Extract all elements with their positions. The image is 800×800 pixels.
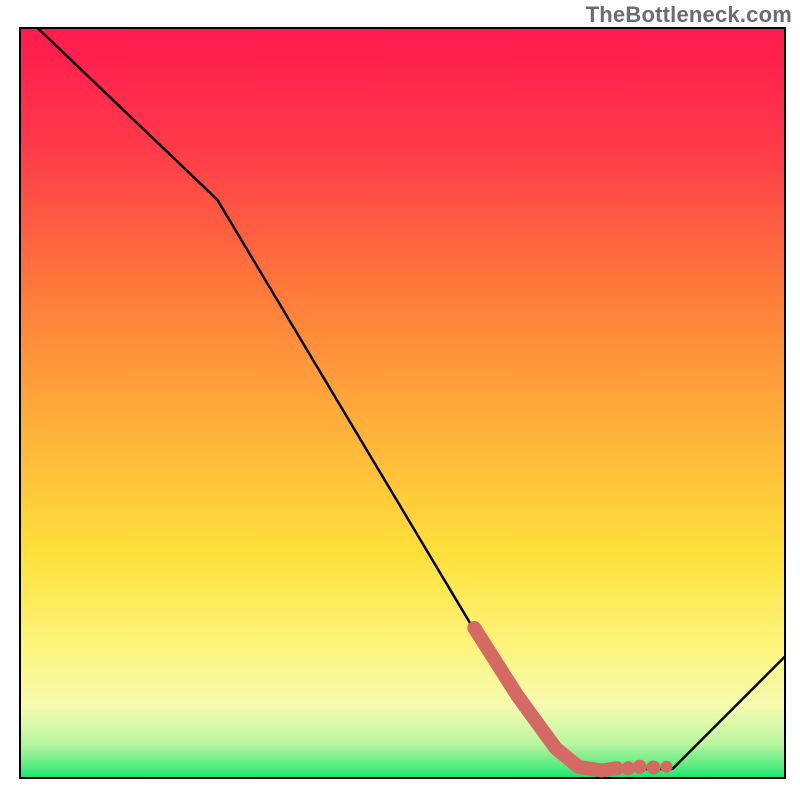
watermark-text: TheBottleneck.com — [586, 2, 792, 28]
highlight-dot — [660, 761, 672, 773]
highlight-dot — [610, 761, 624, 775]
chart-frame: TheBottleneck.com — [0, 0, 800, 800]
plot-background — [20, 28, 785, 778]
highlight-dot — [646, 761, 660, 775]
highlight-dot — [633, 760, 647, 774]
chart-svg — [0, 0, 800, 800]
